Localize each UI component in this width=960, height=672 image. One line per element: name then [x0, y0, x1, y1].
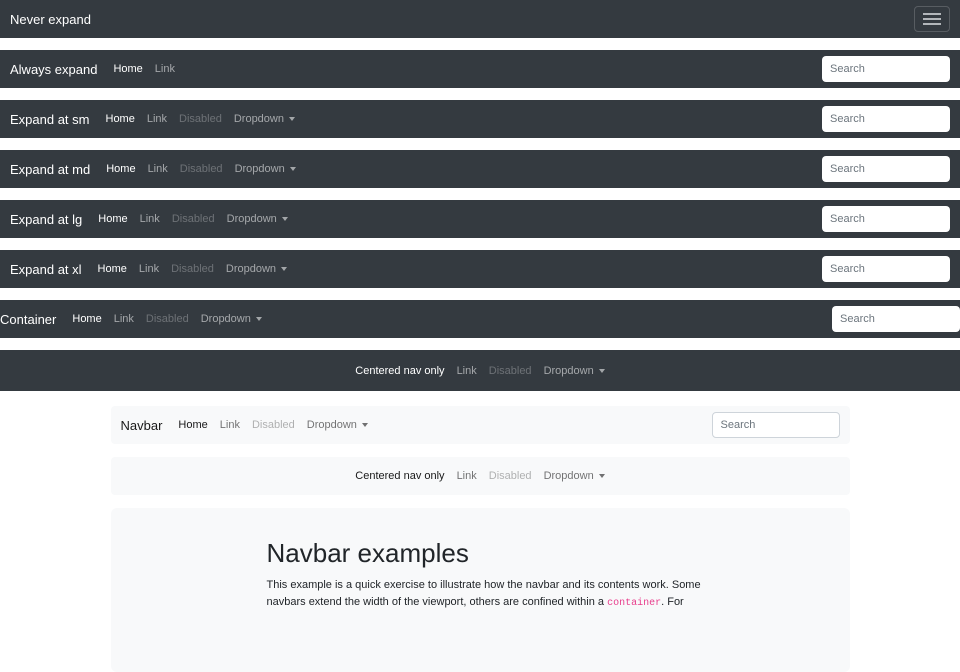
nav-link-dropdown[interactable]: Dropdown: [544, 470, 605, 482]
nav-link-centered-nav-only[interactable]: Centered nav only: [355, 365, 444, 377]
nav-links-container: Home Link Disabled Dropdown: [72, 313, 261, 325]
nav-links-navbar-light: Home Link Disabled Dropdown: [178, 419, 367, 431]
nav-link-disabled: Disabled: [171, 263, 214, 275]
nav-link-home[interactable]: Home: [98, 263, 127, 275]
navbar-container: Container Home Link Disabled Dropdown: [0, 306, 960, 332]
navbar-brand-expand-at-lg[interactable]: Expand at lg: [10, 212, 82, 227]
nav-links-expand-at-xl: Home Link Disabled Dropdown: [98, 263, 287, 275]
navbar-container: Container Home Link Disabled Dropdown: [0, 300, 960, 338]
nav-link-disabled: Disabled: [252, 419, 295, 431]
intro-line-1: This example is a quick exercise to illu…: [267, 577, 707, 594]
navbar-brand-navbar-light[interactable]: Navbar: [121, 418, 163, 433]
nav-link-link[interactable]: Link: [457, 470, 477, 482]
nav-link-dropdown[interactable]: Dropdown: [307, 419, 368, 431]
navbar-toggler-button[interactable]: [914, 6, 950, 32]
navbar-navbar-light: Navbar Home Link Disabled Dropdown: [111, 406, 850, 444]
search-input-expand-at-lg[interactable]: [822, 206, 950, 232]
nav-link-link[interactable]: Link: [139, 263, 159, 275]
nav-link-link[interactable]: Link: [148, 163, 168, 175]
search-input-expand-at-md[interactable]: [822, 156, 950, 182]
nav-link-home[interactable]: Home: [178, 419, 207, 431]
nav-links-expand-at-md: Home Link Disabled Dropdown: [106, 163, 295, 175]
navbar-examples-list: Never expandAlways expandHomeLinkExpand …: [0, 0, 960, 495]
nav-links-always-expand: Home Link: [113, 63, 175, 75]
nav-link-dropdown[interactable]: Dropdown: [226, 263, 287, 275]
nav-links-expand-at-sm: Home Link Disabled Dropdown: [106, 113, 295, 125]
caret-down-icon: [256, 317, 262, 321]
caret-down-icon: [599, 369, 605, 373]
nav-link-disabled: Disabled: [172, 213, 215, 225]
nav-link-link[interactable]: Link: [457, 365, 477, 377]
page-title: Navbar examples: [267, 538, 707, 569]
nav-link-home[interactable]: Home: [106, 113, 135, 125]
caret-down-icon: [290, 167, 296, 171]
navbar-brand-always-expand[interactable]: Always expand: [10, 62, 97, 77]
navbar-never-expand: Never expand: [0, 0, 960, 38]
jumbotron-content: Navbar examples This example is a quick …: [267, 538, 707, 612]
intro-paragraph: This example is a quick exercise to illu…: [267, 577, 707, 612]
search-input-container[interactable]: [832, 306, 960, 332]
nav-link-disabled: Disabled: [179, 113, 222, 125]
nav-link-link[interactable]: Link: [220, 419, 240, 431]
nav-link-home[interactable]: Home: [98, 213, 127, 225]
navbar-expand-at-lg: Expand at lg Home Link Disabled Dropdown: [0, 200, 960, 238]
jumbotron: Navbar examples This example is a quick …: [111, 508, 850, 672]
navbar-always-expand: Always expand Home Link: [0, 50, 960, 88]
search-input-expand-at-xl[interactable]: [822, 256, 950, 282]
navbar-brand-container[interactable]: Container: [0, 312, 56, 327]
nav-link-centered-nav-only[interactable]: Centered nav only: [355, 470, 444, 482]
nav-link-link[interactable]: Link: [140, 213, 160, 225]
caret-down-icon: [282, 217, 288, 221]
nav-link-dropdown[interactable]: Dropdown: [201, 313, 262, 325]
nav-links-centered-dark: Centered nav only Link Disabled Dropdown: [355, 365, 604, 377]
nav-link-link[interactable]: Link: [114, 313, 134, 325]
intro-line-2: navbars extend the width of the viewport…: [267, 594, 707, 612]
nav-link-disabled: Disabled: [180, 163, 223, 175]
nav-link-disabled: Disabled: [489, 365, 532, 377]
nav-link-home[interactable]: Home: [72, 313, 101, 325]
nav-link-disabled: Disabled: [489, 470, 532, 482]
navbar-centered-light: Centered nav only Link Disabled Dropdown: [111, 457, 850, 495]
navbar-brand-never-expand[interactable]: Never expand: [10, 12, 91, 27]
caret-down-icon: [289, 117, 295, 121]
nav-link-dropdown[interactable]: Dropdown: [544, 365, 605, 377]
nav-link-dropdown[interactable]: Dropdown: [227, 213, 288, 225]
navbar-expand-at-xl: Expand at xl Home Link Disabled Dropdown: [0, 250, 960, 288]
caret-down-icon: [362, 423, 368, 427]
navbar-brand-expand-at-md[interactable]: Expand at md: [10, 162, 90, 177]
nav-link-link[interactable]: Link: [147, 113, 167, 125]
nav-links-expand-at-lg: Home Link Disabled Dropdown: [98, 213, 287, 225]
intro-line-2-tail: . For: [661, 596, 684, 608]
nav-links-centered-light: Centered nav only Link Disabled Dropdown: [355, 470, 604, 482]
navbar-brand-expand-at-xl[interactable]: Expand at xl: [10, 262, 82, 277]
intro-line-2-text: navbars extend the width of the viewport…: [267, 596, 608, 608]
navbar-expand-at-md: Expand at md Home Link Disabled Dropdown: [0, 150, 960, 188]
nav-link-dropdown[interactable]: Dropdown: [235, 163, 296, 175]
caret-down-icon: [281, 267, 287, 271]
nav-link-home[interactable]: Home: [106, 163, 135, 175]
search-input-navbar-light[interactable]: [712, 412, 840, 438]
nav-link-home[interactable]: Home: [113, 63, 142, 75]
caret-down-icon: [599, 474, 605, 478]
nav-link-disabled: Disabled: [146, 313, 189, 325]
navbar-expand-at-sm: Expand at sm Home Link Disabled Dropdown: [0, 100, 960, 138]
nav-link-dropdown[interactable]: Dropdown: [234, 113, 295, 125]
nav-link-link[interactable]: Link: [155, 63, 175, 75]
navbar-centered-dark: Centered nav only Link Disabled Dropdown: [0, 350, 960, 391]
navbar-brand-expand-at-sm[interactable]: Expand at sm: [10, 112, 90, 127]
hamburger-icon: [923, 18, 941, 20]
search-input-expand-at-sm[interactable]: [822, 106, 950, 132]
search-input-always-expand[interactable]: [822, 56, 950, 82]
